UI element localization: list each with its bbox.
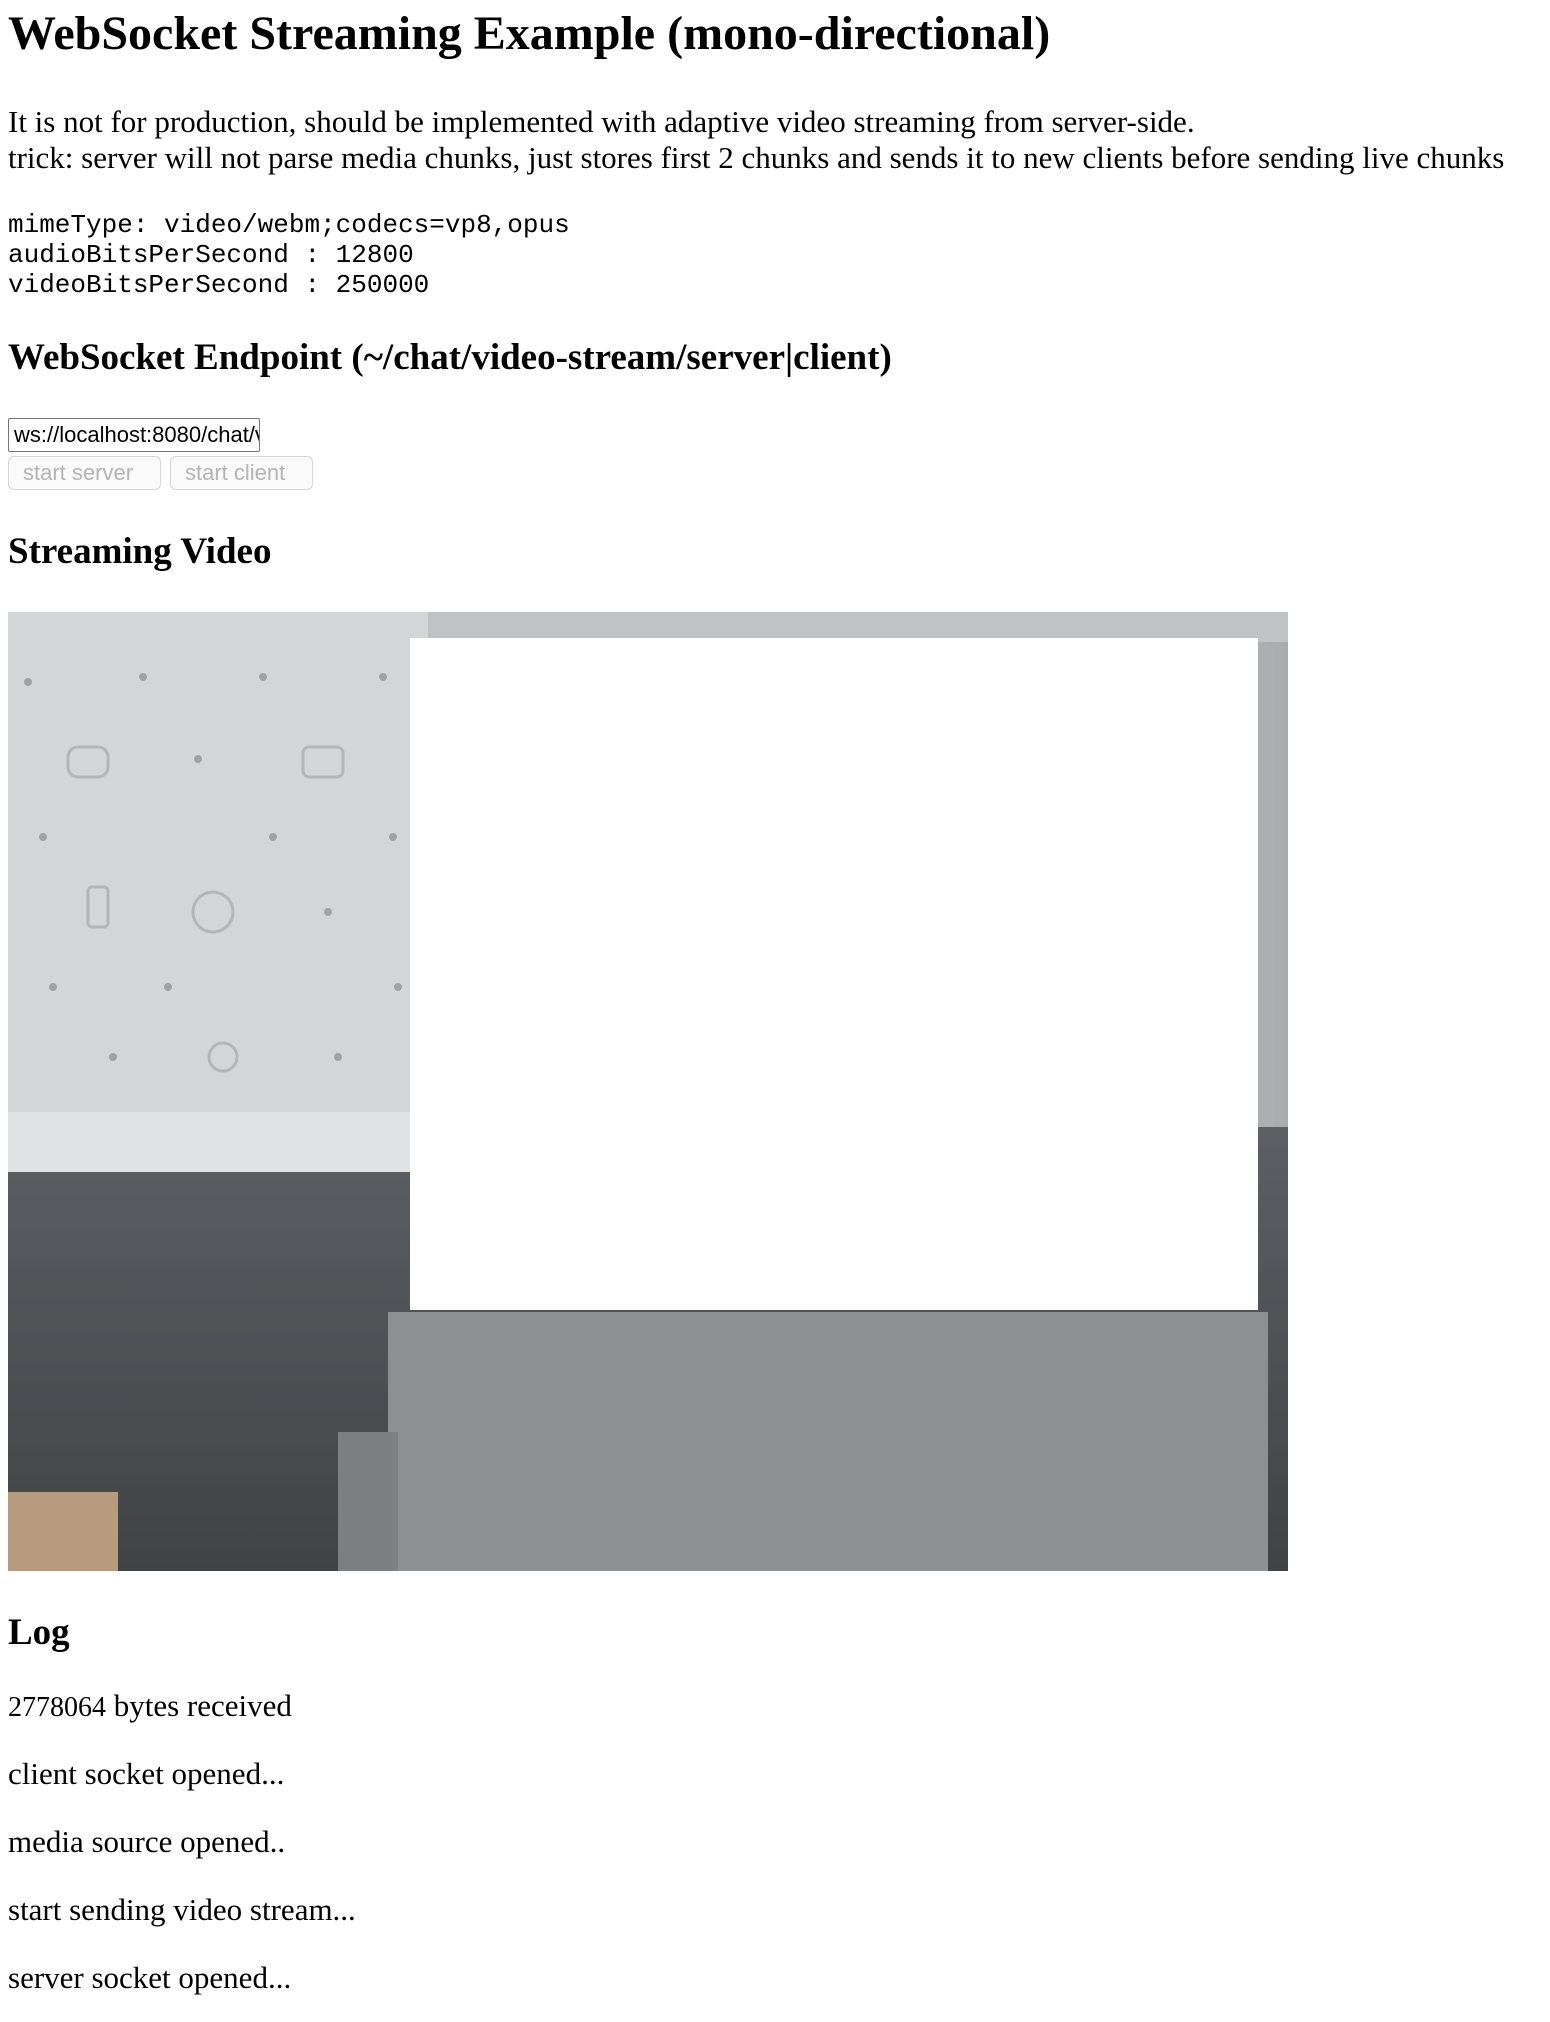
start-client-button[interactable]: start client bbox=[170, 456, 313, 490]
config-block: mimeType: video/webm;codecs=vp8,opus audi… bbox=[8, 210, 570, 300]
intro-text: It is not for production, should be impl… bbox=[8, 104, 1504, 176]
bytes-suffix: bytes received bbox=[106, 1688, 292, 1723]
log-entry: server socket opened... bbox=[8, 1960, 292, 1995]
streaming-video-player[interactable] bbox=[8, 612, 1288, 1571]
endpoint-heading: WebSocket Endpoint (~/chat/video-stream/… bbox=[8, 337, 892, 378]
log-entry: start sending video stream... bbox=[8, 1892, 356, 1927]
bytes-count: 2778064 bbox=[8, 1692, 106, 1723]
log-entry: client socket opened... bbox=[8, 1756, 285, 1791]
video-frame bbox=[8, 612, 1288, 1571]
intro-line-1: It is not for production, should be impl… bbox=[8, 104, 1195, 139]
endpoint-url-input[interactable]: ws://localhost:8080/chat/video-stream/ bbox=[8, 418, 260, 452]
log-bytes-received: 2778064 bytes received bbox=[8, 1688, 292, 1726]
mime-type-text: mimeType: video/webm;codecs=vp8,opus bbox=[8, 210, 570, 240]
streaming-video-heading: Streaming Video bbox=[8, 531, 272, 572]
video-bitrate-text: videoBitsPerSecond : 250000 bbox=[8, 270, 430, 300]
log-heading: Log bbox=[8, 1612, 70, 1653]
audio-bitrate-text: audioBitsPerSecond : 12800 bbox=[8, 240, 414, 270]
log-entry: media source opened.. bbox=[8, 1824, 286, 1859]
intro-line-2: trick: server will not parse media chunk… bbox=[8, 140, 1505, 175]
page-title: WebSocket Streaming Example (mono-direct… bbox=[8, 7, 1051, 60]
start-server-button[interactable]: start server bbox=[8, 456, 161, 490]
